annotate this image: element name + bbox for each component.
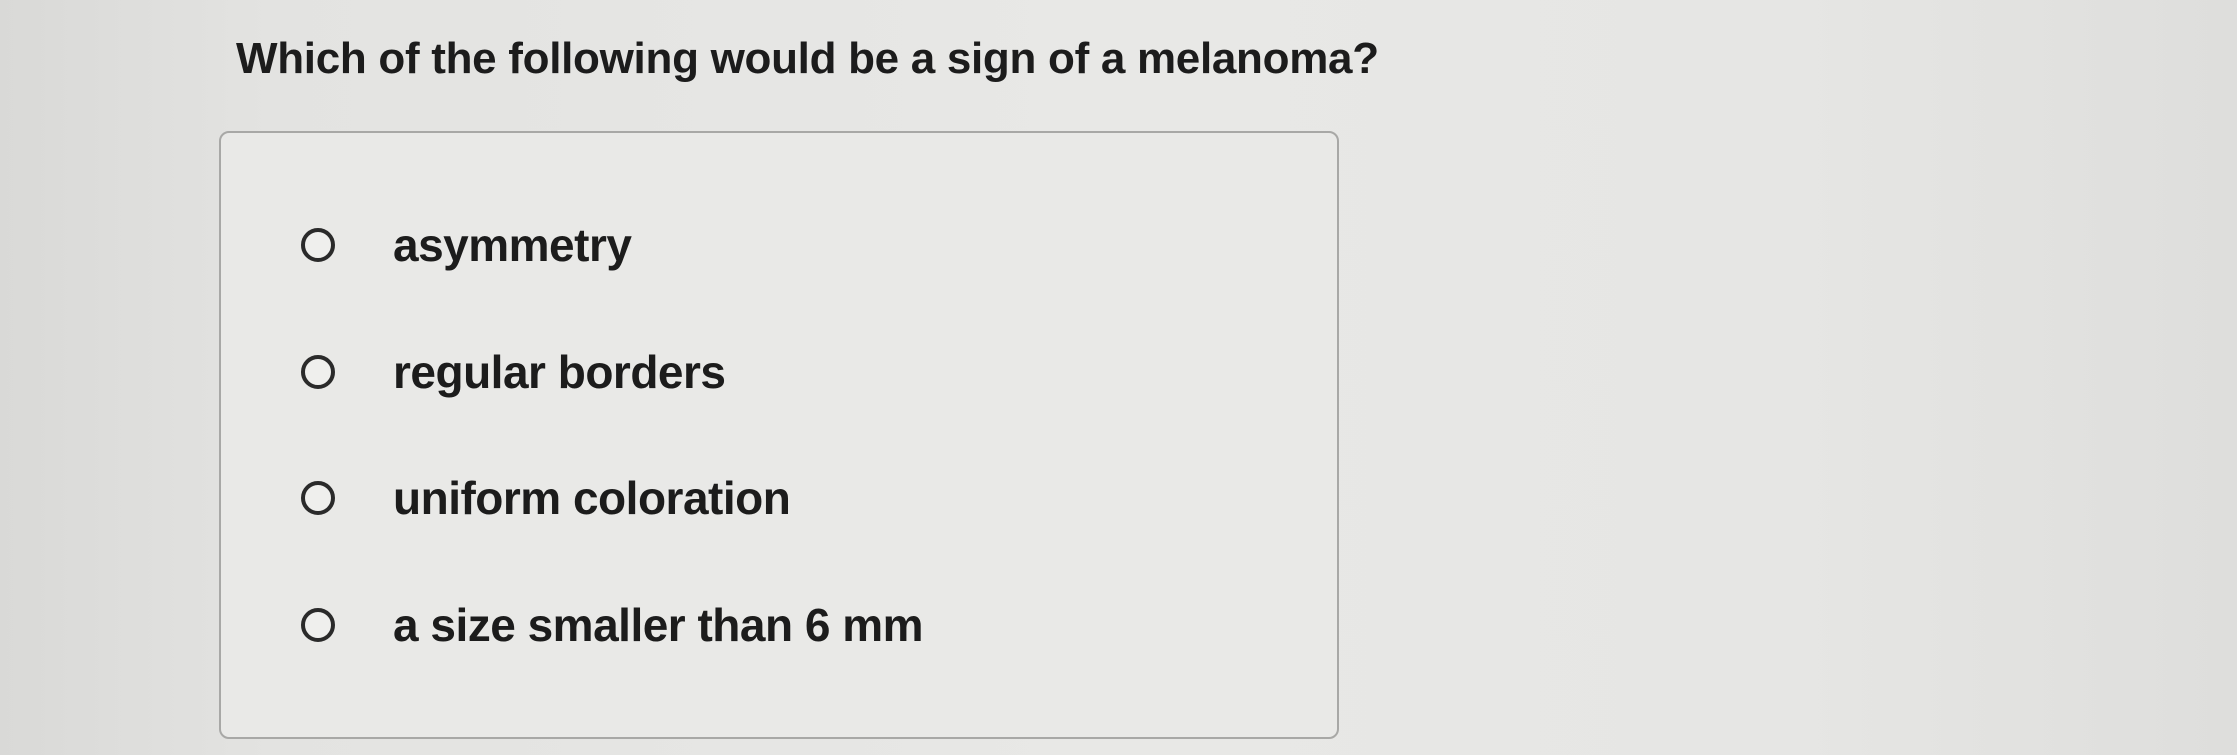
radio-button[interactable]	[301, 481, 335, 515]
answer-options-group: asymmetry regular borders uniform colora…	[219, 131, 1339, 739]
radio-button[interactable]	[301, 355, 335, 389]
radio-button[interactable]	[301, 608, 335, 642]
option-regular-borders[interactable]: regular borders	[301, 345, 726, 399]
option-label: a size smaller than 6 mm	[393, 599, 924, 651]
option-uniform-coloration[interactable]: uniform coloration	[301, 471, 791, 525]
option-label: regular borders	[393, 346, 726, 398]
option-label: uniform coloration	[393, 472, 791, 524]
radio-button[interactable]	[301, 228, 335, 262]
question-text: Which of the following would be a sign o…	[236, 34, 1379, 83]
option-label: asymmetry	[393, 219, 632, 271]
option-asymmetry[interactable]: asymmetry	[301, 218, 632, 272]
option-size-smaller-than-6mm[interactable]: a size smaller than 6 mm	[301, 598, 924, 652]
